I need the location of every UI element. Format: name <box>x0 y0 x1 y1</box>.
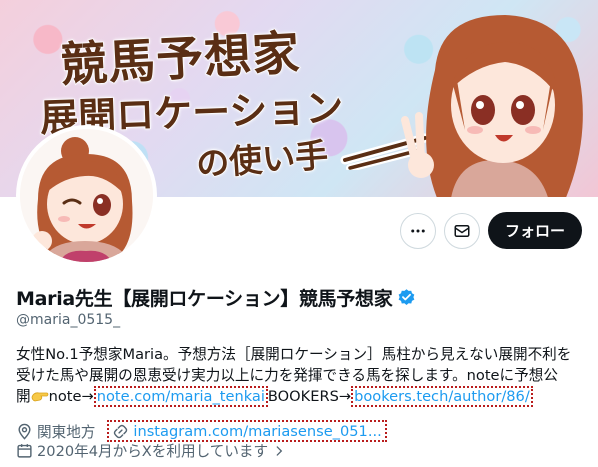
avatar-character-illustration <box>20 129 153 262</box>
bio-bookers-label: BOOKERS→ <box>267 388 352 405</box>
profile-avatar[interactable] <box>16 125 157 266</box>
profile-bio: 女性No.1予想家Maria。予想方法［展開ロケーション］馬柱から見えない展開不… <box>16 344 586 407</box>
note-link[interactable]: note.com/maria_tenkai <box>93 386 268 407</box>
link-icon <box>114 424 128 438</box>
bookers-link[interactable]: bookers.tech/author/86/ <box>351 386 533 407</box>
website-link-text[interactable]: instagram.com/mariasense_051... <box>133 423 381 440</box>
bio-line-3: 開 note→ note.com/maria_tenkai BOOKERS→ book… <box>16 386 586 407</box>
profile-join-row: 2020年4月からXを利用しています <box>16 440 286 461</box>
banner-title-line3: の使い手 <box>194 135 330 185</box>
bio-line-2: 受けた馬や展開の恩恵受け実力以上に力を発揮できる馬を探します。noteに予想公 <box>16 367 558 384</box>
profile-website-link[interactable]: instagram.com/mariasense_051... <box>107 420 387 442</box>
profile-join-date: 2020年4月からXを利用しています <box>37 443 269 460</box>
display-name-text: Maria先生【展開ロケーション】競馬予想家 <box>16 288 393 310</box>
follow-button[interactable]: フォロー <box>488 212 582 249</box>
bio-note-label: note→ <box>48 388 94 405</box>
profile-display-name: Maria先生【展開ロケーション】競馬予想家 <box>16 284 416 311</box>
envelope-icon <box>454 225 470 237</box>
bio-line-1: 女性No.1予想家Maria。予想方法［展開ロケーション］馬柱から見えない展開不… <box>16 346 572 363</box>
location-pin-icon <box>18 423 31 440</box>
verified-badge-icon[interactable] <box>397 288 416 307</box>
chevron-right-icon[interactable] <box>272 444 286 458</box>
profile-handle: @maria_0515_ <box>16 312 121 328</box>
profile-location: 関東地方 <box>37 423 96 441</box>
bio-line3-prefix: 開 <box>16 388 31 405</box>
message-button[interactable] <box>444 213 480 249</box>
hands-emoji-icon <box>31 392 49 402</box>
profile-meta-row: 関東地方 instagram.com/mariasense_051... <box>16 420 387 442</box>
more-horizontal-icon <box>411 229 425 233</box>
banner-character-illustration <box>401 15 583 197</box>
more-options-button[interactable] <box>400 213 436 249</box>
calendar-icon <box>17 444 32 458</box>
